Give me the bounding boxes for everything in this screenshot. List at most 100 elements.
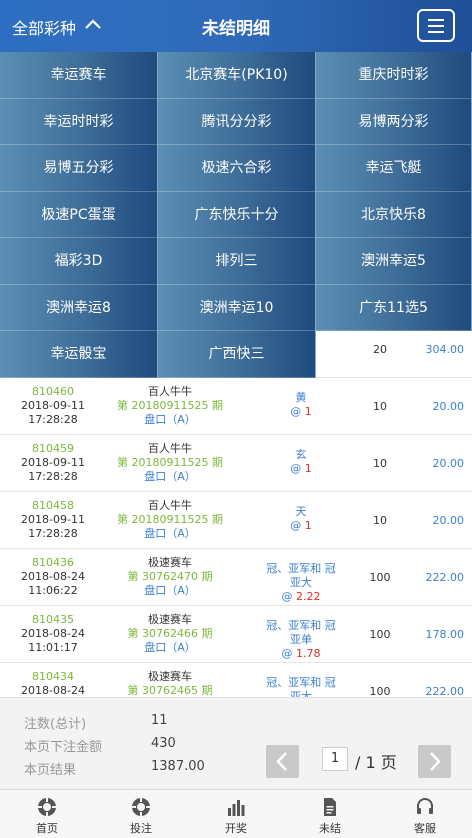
issue-number: 第 30762465 期 xyxy=(127,684,213,697)
lottery-dropdown-menu: 幸运赛车 北京赛车(PK10) 重庆时时彩幸运时时彩 腾讯分分彩 易博两分彩易博五分彩极… xyxy=(0,52,472,378)
bottom-nav: 首页 投注 开奖 未结 客服 xyxy=(0,789,472,838)
lottery-menu-item[interactable]: 广东11选5 xyxy=(316,284,472,331)
lottery-menu-item[interactable]: 北京快乐8 xyxy=(316,191,472,238)
game-name: 极速赛车 xyxy=(148,613,192,626)
lottery-menu-item[interactable]: 澳洲幸运10 xyxy=(158,284,316,331)
result-amount: 222.00 xyxy=(425,571,465,584)
game-info: 极速赛车第 30762465 期 xyxy=(110,670,230,698)
bet-total-label: 本页下注金额 xyxy=(24,740,103,755)
order-date: 2018-08-24 xyxy=(21,627,85,640)
odds-prefix: @ xyxy=(281,590,293,603)
bet-amount: 100 xyxy=(369,628,391,641)
document-icon xyxy=(324,798,336,816)
table-row[interactable]: 810460 2018-09-11 17:28:28 百人牛牛第 2018091152… xyxy=(0,378,472,435)
nav-service[interactable]: 客服 xyxy=(378,790,472,838)
odds-prefix: @ xyxy=(281,647,293,660)
nav-home[interactable]: 首页 xyxy=(0,790,94,838)
bet-option: 黄 xyxy=(295,391,307,404)
lottery-menu-item[interactable]: 腾讯分分彩 xyxy=(158,98,316,145)
odds-prefix: @ xyxy=(290,405,302,418)
chevron-right-icon xyxy=(430,752,441,771)
order-time: 11:06:22 xyxy=(28,584,78,597)
table-row[interactable]: 810436 2018-08-24 11:06:22 极速赛车第 30762470 期… xyxy=(0,549,472,606)
lottery-menu-item[interactable]: 易博五分彩 xyxy=(0,145,158,192)
bet-option: 玄 xyxy=(295,448,307,461)
game-info: 百人牛牛第 20180911525 期盘口（A） xyxy=(110,442,230,484)
game-info: 百人牛牛第 20180911525 期盘口（A） xyxy=(110,499,230,541)
game-name: 极速赛车 xyxy=(148,556,192,569)
chip-icon xyxy=(38,798,56,816)
lottery-menu-item[interactable]: 北京赛车(PK10) xyxy=(158,52,316,99)
bet-content: 玄 @ 1 xyxy=(262,448,340,476)
page-total: / 1 页 xyxy=(355,753,397,772)
order-id: 810436 xyxy=(32,556,74,569)
odds-prefix: @ xyxy=(290,462,302,475)
odds-value: 2.22 xyxy=(296,590,321,603)
lottery-menu-item[interactable]: 澳洲幸运8 xyxy=(0,284,158,331)
lottery-menu-item[interactable]: 澳洲幸运5 xyxy=(316,238,472,285)
order-time: 17:28:28 xyxy=(28,413,78,426)
bet-amount: 10 xyxy=(373,400,387,413)
order-info: 810458 2018-09-11 17:28:28 xyxy=(0,499,106,541)
bet-total-value: 430 xyxy=(151,736,176,751)
lottery-menu-item[interactable]: 广东快乐十分 xyxy=(158,191,316,238)
order-date: 2018-09-11 xyxy=(21,456,85,469)
bar-chart-icon xyxy=(228,800,245,816)
game-name: 百人牛牛 xyxy=(148,385,192,398)
lottery-menu-item[interactable]: 极速六合彩 xyxy=(158,145,316,192)
game-info: 百人牛牛第 20180911525 期盘口（A） xyxy=(110,385,230,427)
lottery-menu-item[interactable]: 广西快三 xyxy=(158,331,316,378)
nav-label: 开奖 xyxy=(225,822,247,835)
nav-unsettled[interactable]: 未结 xyxy=(283,790,377,838)
page-number-input[interactable]: 1 xyxy=(322,747,348,771)
issue-number: 第 30762466 期 xyxy=(127,627,213,640)
table-row[interactable]: 810459 2018-09-11 17:28:28 百人牛牛第 2018091152… xyxy=(0,435,472,492)
result-total-label: 本页结果 xyxy=(24,763,77,778)
order-id: 810459 xyxy=(32,442,74,455)
bet-amount: 100 xyxy=(369,571,391,584)
lottery-menu-item[interactable]: 幸运赛车 xyxy=(0,52,158,99)
order-date: 2018-08-24 xyxy=(21,684,85,697)
nav-bet[interactable]: 投注 xyxy=(94,790,188,838)
order-time: 17:28:28 xyxy=(28,527,78,540)
order-id: 810434 xyxy=(32,670,74,683)
order-time: 17:28:28 xyxy=(28,470,78,483)
order-info: 810459 2018-09-11 17:28:28 xyxy=(0,442,106,484)
summary-panel: 注数(总计) 11 本页下注金额 430 本页结果 1387.00 1 / 1 … xyxy=(0,697,472,789)
order-info: 810460 2018-09-11 17:28:28 xyxy=(0,385,106,427)
lottery-menu-item[interactable]: 重庆时时彩 xyxy=(316,52,472,99)
result-amount: 20.00 xyxy=(432,400,465,413)
issue-number: 第 30762470 期 xyxy=(127,570,213,583)
issue-number: 第 20180911525 期 xyxy=(117,456,223,469)
lottery-menu-item[interactable]: 幸运时时彩 xyxy=(0,98,158,145)
lottery-menu-item[interactable]: 幸运骰宝 xyxy=(0,331,158,378)
result-amount: 20.00 xyxy=(432,514,465,527)
bet-option: 冠、亚军和 冠亚单 xyxy=(266,619,336,646)
lottery-menu-item[interactable]: 易博两分彩 xyxy=(316,98,472,145)
header-bar: 全部彩种 未结明细 xyxy=(0,0,472,52)
game-name: 极速赛车 xyxy=(148,670,192,683)
next-page-button[interactable] xyxy=(418,745,451,778)
pankou-label: 盘口（A） xyxy=(144,584,196,597)
game-name: 百人牛牛 xyxy=(148,442,192,455)
odds-value: 1 xyxy=(304,462,312,475)
odds-prefix: @ xyxy=(290,519,302,532)
order-date: 2018-09-11 xyxy=(21,513,85,526)
table-row[interactable]: 810458 2018-09-11 17:28:28 百人牛牛第 2018091152… xyxy=(0,492,472,549)
order-date: 2018-08-24 xyxy=(21,570,85,583)
game-info: 极速赛车第 30762470 期盘口（A） xyxy=(110,556,230,598)
result-amount: 20.00 xyxy=(432,457,465,470)
bet-option: 天 xyxy=(295,505,307,518)
pankou-label: 盘口（A） xyxy=(144,641,196,654)
prev-page-button[interactable] xyxy=(266,745,299,778)
table-row[interactable]: 810435 2018-08-24 11:01:17 极速赛车第 30762466 期… xyxy=(0,606,472,663)
lottery-menu-item[interactable]: 排列三 xyxy=(158,238,316,285)
lottery-menu-item[interactable]: 幸运飞艇 xyxy=(316,145,472,192)
menu-icon[interactable] xyxy=(417,9,455,42)
pankou-label: 盘口（A） xyxy=(144,470,196,483)
lottery-menu-item[interactable]: 极速PC蛋蛋 xyxy=(0,191,158,238)
order-date: 2018-09-11 xyxy=(21,399,85,412)
nav-results[interactable]: 开奖 xyxy=(189,790,283,838)
count-label: 注数(总计) xyxy=(24,717,87,732)
lottery-menu-item[interactable]: 福彩3D xyxy=(0,238,158,285)
